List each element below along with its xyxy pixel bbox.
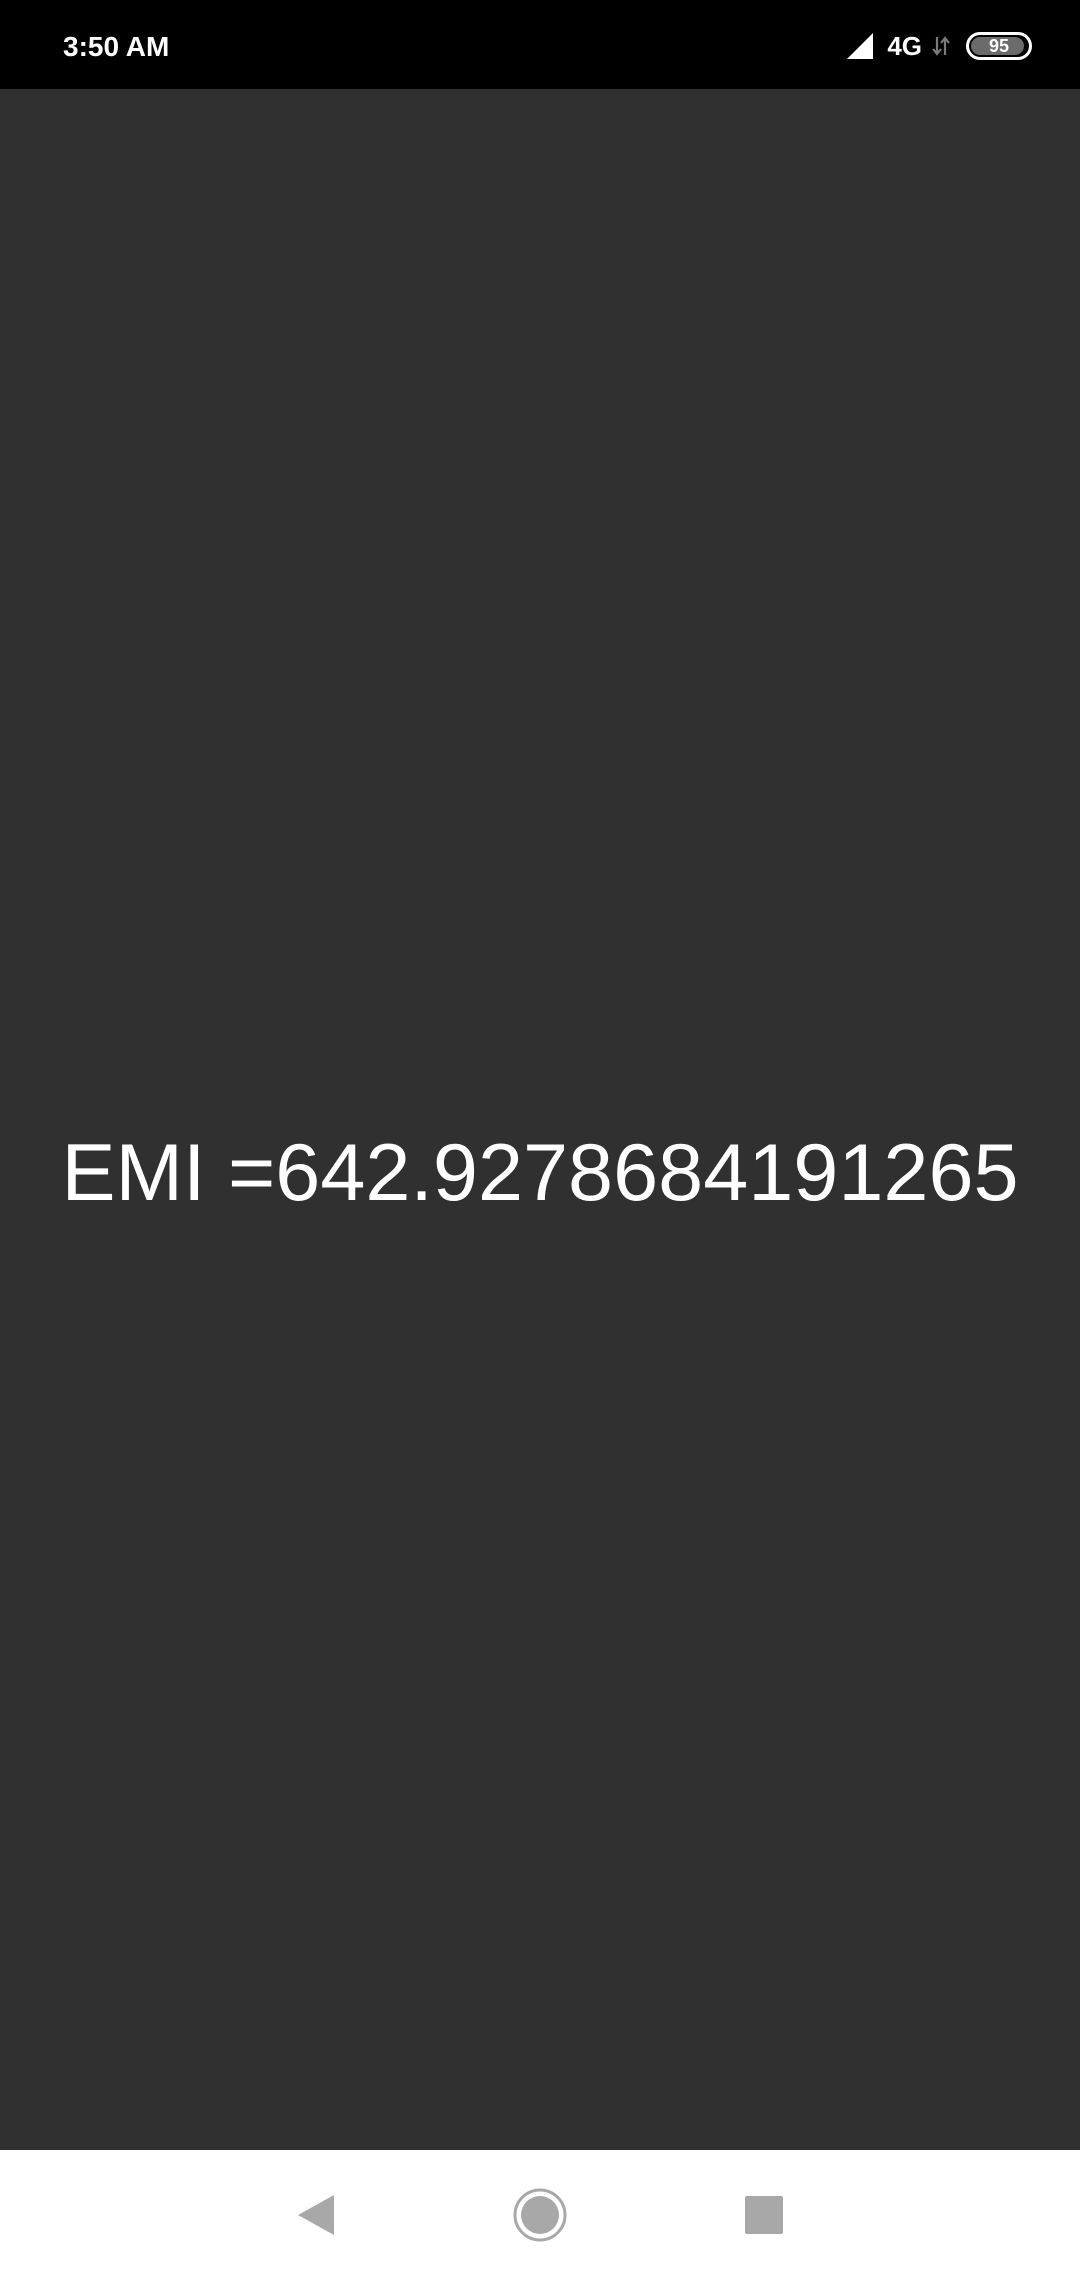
status-time: 3:50 AM bbox=[63, 31, 170, 62]
screen: 3:50 AM 4G 95 EMI =642.9278684191265 bbox=[0, 0, 1080, 2280]
data-activity-icon bbox=[932, 36, 950, 56]
battery-icon: 95 bbox=[966, 32, 1032, 60]
status-icons: 4G 95 bbox=[845, 24, 1032, 68]
emi-result-text: EMI =642.9278684191265 bbox=[61, 1128, 1019, 1218]
signal-icon bbox=[847, 33, 874, 59]
recents-button[interactable] bbox=[732, 2183, 796, 2247]
home-button[interactable] bbox=[508, 2183, 572, 2247]
main-content: EMI =642.9278684191265 bbox=[0, 89, 1080, 2150]
network-type-label: 4G bbox=[887, 31, 922, 61]
recents-icon bbox=[745, 2196, 783, 2234]
battery-level: 95 bbox=[988, 36, 1010, 56]
status-bar: 3:50 AM 4G 95 bbox=[0, 0, 1080, 89]
back-button[interactable] bbox=[284, 2183, 348, 2247]
home-icon bbox=[513, 2188, 567, 2242]
back-icon bbox=[298, 2195, 334, 2235]
navigation-bar bbox=[0, 2150, 1080, 2280]
